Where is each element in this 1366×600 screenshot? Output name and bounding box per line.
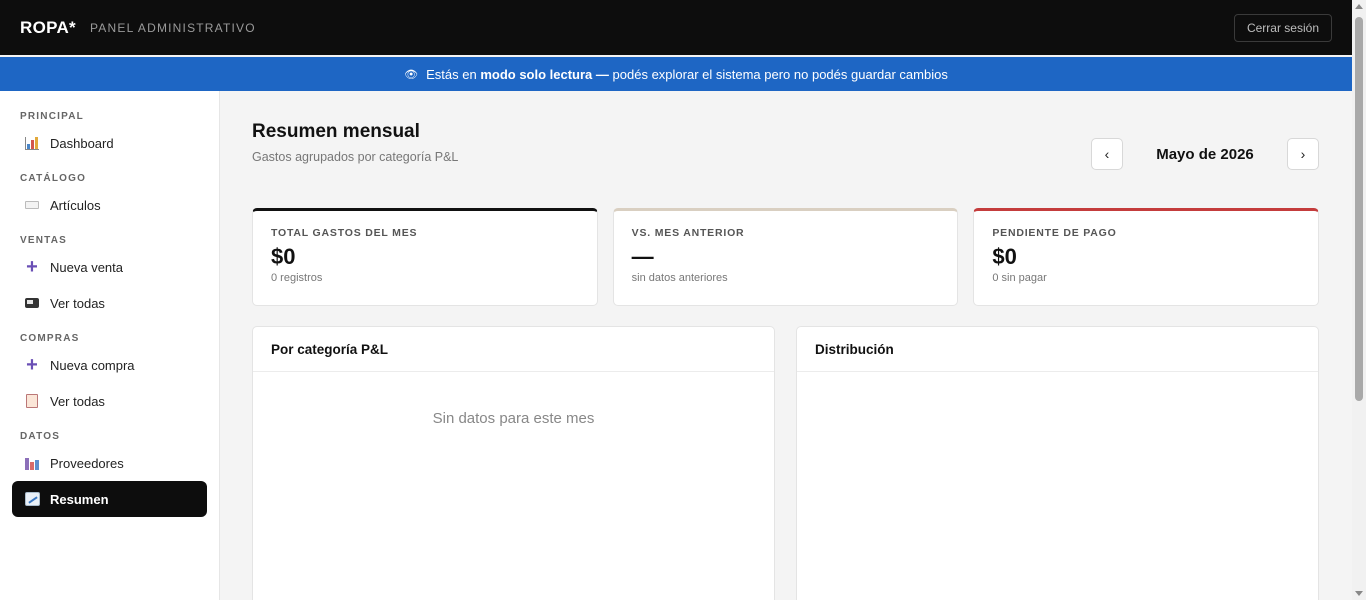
panel-title: Distribución (797, 327, 1318, 372)
factory-icon (24, 455, 40, 471)
pending-payment-card: PENDIENTE DE PAGO $0 0 sin pagar (973, 208, 1320, 306)
main-content: Resumen mensual Gastos agrupados por cat… (220, 91, 1352, 600)
page-title: Resumen mensual (252, 121, 420, 142)
prev-month-button[interactable]: ‹ (1091, 138, 1123, 170)
sidebar-item-proveedores[interactable]: Proveedores (12, 445, 207, 481)
sidebar-item-ver-compras[interactable]: Ver todas (12, 383, 207, 419)
vs-previous-month-card: VS. MES ANTERIOR — sin datos anteriores (612, 208, 959, 306)
category-panel: Por categoría P&L Sin datos para este me… (252, 326, 775, 600)
sidebar-item-label: Artículos (50, 197, 101, 213)
banner-prefix: Estás en (426, 66, 477, 82)
banner-suffix: podés explorar el sistema pero no podés … (612, 66, 948, 82)
sidebar-item-label: Ver todas (50, 295, 105, 311)
sidebar-item-nueva-venta[interactable]: + Nueva venta (12, 249, 207, 285)
logout-button[interactable]: Cerrar sesión (1233, 13, 1332, 42)
panel-title: Por categoría P&L (253, 327, 774, 372)
page-scrollbar[interactable] (1352, 0, 1366, 600)
brand-logo[interactable]: ROPA* (20, 18, 76, 38)
sidebar-item-label: Nueva compra (50, 357, 135, 373)
card-value: — (631, 244, 654, 269)
plus-icon: + (26, 354, 38, 376)
month-navigator: ‹ Mayo de 2026 › (1091, 138, 1319, 170)
brand-subtitle: PANEL ADMINISTRATIVO (89, 20, 256, 35)
sidebar-section-principal: PRINCIPAL (20, 110, 84, 122)
sidebar-item-label: Nueva venta (50, 259, 123, 275)
tag-icon (24, 197, 40, 213)
next-month-button[interactable]: › (1287, 138, 1319, 170)
sidebar-item-label: Proveedores (50, 455, 124, 471)
card-value: $0 (992, 244, 1017, 269)
sidebar-section-compras: COMPRAS (20, 332, 80, 344)
card-value: $0 (271, 244, 296, 269)
sidebar-item-resumen[interactable]: Resumen (12, 481, 207, 517)
card-label: VS. MES ANTERIOR (631, 227, 745, 239)
trend-chart-icon (24, 491, 40, 507)
card-note: sin datos anteriores (631, 272, 728, 284)
card-label: PENDIENTE DE PAGO (992, 227, 1117, 239)
card-note: 0 registros (271, 272, 323, 284)
sidebar-section-datos: DATOS (20, 430, 61, 442)
banner-bold: modo solo lectura — (480, 66, 609, 82)
sidebar-item-articulos[interactable]: Artículos (12, 187, 207, 223)
sidebar-section-ventas: VENTAS (20, 234, 68, 246)
sidebar-section-catalogo: CATÁLOGO (20, 172, 87, 184)
plus-icon: + (26, 256, 38, 278)
sidebar: PRINCIPAL Dashboard CATÁLOGO Artículos V… (0, 91, 220, 600)
total-expenses-card: TOTAL GASTOS DEL MES $0 0 registros (252, 208, 598, 306)
scroll-down-arrow-icon[interactable] (1355, 591, 1363, 596)
sidebar-item-ver-ventas[interactable]: Ver todas (12, 285, 207, 321)
sidebar-item-label: Dashboard (50, 135, 114, 151)
month-label: Mayo de 2026 (1156, 145, 1254, 163)
clipboard-icon (24, 393, 40, 409)
read-only-banner: 👁 Estás en modo solo lectura — podés exp… (0, 57, 1352, 91)
sidebar-item-label: Resumen (50, 491, 109, 507)
sidebar-item-dashboard[interactable]: Dashboard (12, 125, 207, 161)
card-label: TOTAL GASTOS DEL MES (271, 227, 418, 239)
sidebar-item-label: Ver todas (50, 393, 105, 409)
sidebar-item-nueva-compra[interactable]: + Nueva compra (12, 347, 207, 383)
scrollbar-thumb[interactable] (1355, 17, 1363, 401)
eye-icon: 👁 (404, 68, 419, 81)
scroll-up-arrow-icon[interactable] (1355, 4, 1363, 9)
page-subtitle: Gastos agrupados por categoría P&L (252, 150, 459, 164)
summary-cards: TOTAL GASTOS DEL MES $0 0 registros VS. … (252, 208, 1320, 306)
top-bar: ROPA* PANEL ADMINISTRATIVO Cerrar sesión (0, 0, 1352, 55)
empty-state: Sin datos para este mes (432, 410, 595, 427)
distribution-panel: Distribución (796, 326, 1319, 600)
bar-chart-icon (24, 135, 40, 151)
truck-icon (24, 295, 40, 311)
card-note: 0 sin pagar (992, 272, 1047, 284)
